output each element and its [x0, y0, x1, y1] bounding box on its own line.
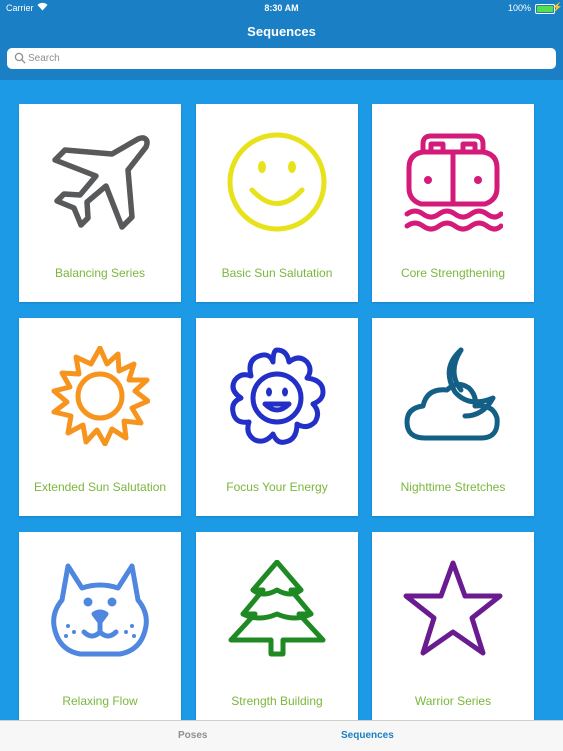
charging-icon: ⚡ [551, 2, 563, 12]
sequence-card-label: Warrior Series [414, 694, 492, 708]
tab-bar: Poses Sequences [0, 720, 563, 751]
status-bar: Carrier 8:30 AM 100% ⚡ [0, 0, 563, 16]
cat-face-icon [51, 563, 149, 657]
page-title: Sequences [247, 24, 316, 39]
sequence-card-focus-your-energy[interactable]: Focus Your Energy [196, 318, 358, 516]
boat-icon [404, 133, 503, 232]
smiley-face-icon [227, 132, 327, 232]
moon-cloud-icon [404, 347, 500, 441]
sun-icon [51, 346, 150, 446]
search-input[interactable] [28, 50, 528, 67]
search-bar[interactable] [7, 48, 556, 69]
sequence-card-warrior-series[interactable]: Warrior Series [372, 532, 534, 720]
sequence-card-label: Strength Building [231, 694, 323, 708]
sequence-card-label: Balancing Series [54, 266, 146, 280]
star-icon [403, 560, 503, 656]
navigation-bar: Sequences [0, 16, 563, 80]
sequence-card-label: Basic Sun Salutation [221, 266, 333, 280]
sequence-card-label: Focus Your Energy [226, 480, 328, 494]
sequence-card-basic-sun-salutation[interactable]: Basic Sun Salutation [196, 104, 358, 302]
battery-percentage: 100% [507, 3, 531, 13]
sequence-card-label: Extended Sun Salutation [33, 480, 167, 494]
sequence-card-strength-building[interactable]: Strength Building [196, 532, 358, 720]
airplane-icon [52, 135, 150, 230]
pine-tree-icon [228, 560, 326, 657]
sequence-card-core-strengthening[interactable]: Core Strengthening [372, 104, 534, 302]
sequence-grid: Balancing Series Basic Sun Salutation Co… [0, 80, 563, 720]
tab-sequences[interactable]: Sequences [341, 730, 394, 741]
sequence-card-balancing-series[interactable]: Balancing Series [19, 104, 181, 302]
sequence-card-label: Nighttime Stretches [400, 480, 506, 494]
tab-poses[interactable]: Poses [178, 730, 207, 741]
sequence-card-label: Relaxing Flow [62, 694, 138, 708]
sequence-card-nighttime-stretches[interactable]: Nighttime Stretches [372, 318, 534, 516]
smiling-flower-icon [230, 347, 326, 445]
search-icon [14, 52, 26, 64]
sequence-card-relaxing-flow[interactable]: Relaxing Flow [19, 532, 181, 720]
status-time: 8:30 AM [264, 3, 299, 13]
sequence-card-extended-sun-salutation[interactable]: Extended Sun Salutation [19, 318, 181, 516]
sequence-card-label: Core Strengthening [400, 266, 506, 280]
